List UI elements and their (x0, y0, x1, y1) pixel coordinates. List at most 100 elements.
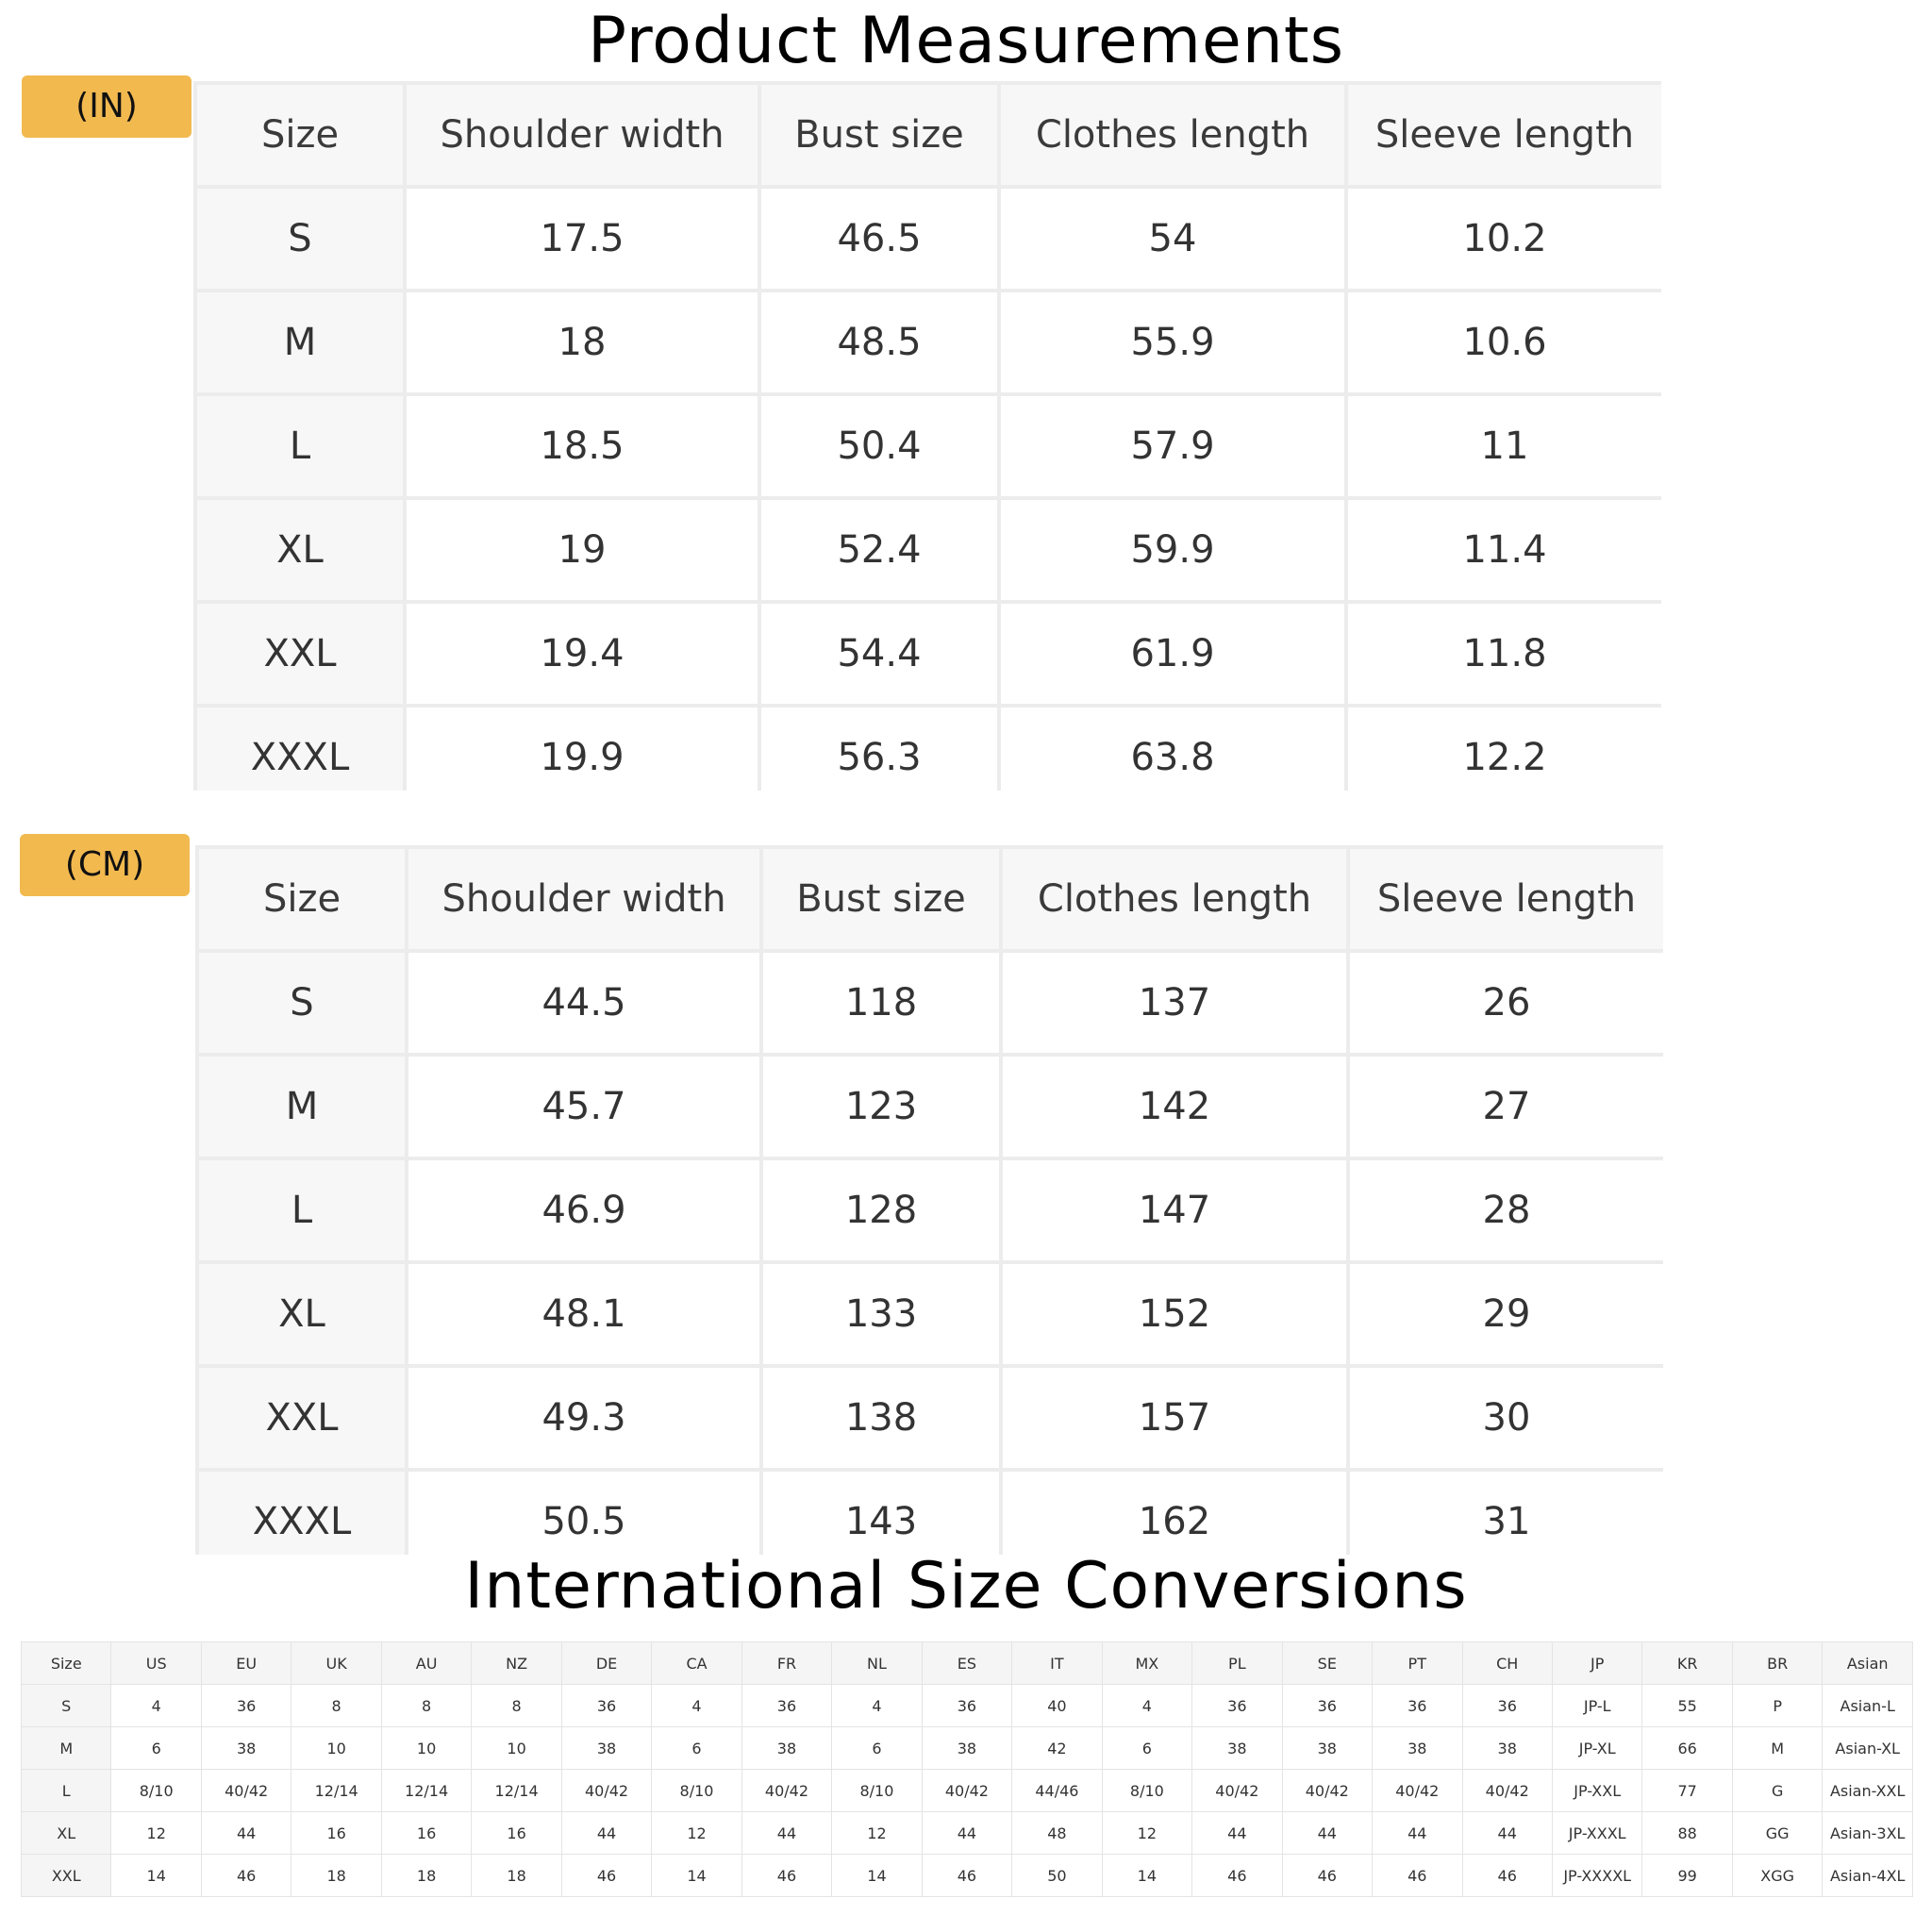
table-row: XXL 19.4 54.4 61.9 11.8 (193, 600, 1661, 708)
value-cell: 138 (759, 1364, 1003, 1472)
value-cell: 48.1 (405, 1260, 763, 1368)
value-cell: 45.7 (405, 1053, 763, 1160)
value-cell: 14 (651, 1854, 742, 1897)
size-cell: L (193, 392, 407, 500)
size-cell: XXL (193, 600, 407, 708)
value-cell: Asian-3XL (1822, 1811, 1913, 1855)
value-cell: 40/42 (1281, 1769, 1374, 1812)
value-cell: 17.5 (403, 185, 761, 292)
table-row: XL 19 52.4 59.9 11.4 (193, 496, 1661, 604)
size-cell: M (193, 289, 407, 396)
value-cell: 44 (560, 1811, 653, 1855)
conversion-title: International Size Conversions (464, 1549, 1468, 1624)
value-cell: 44/46 (1011, 1769, 1103, 1812)
value-cell: 44 (200, 1811, 292, 1855)
table-header-row: Size Shoulder width Bust size Clothes lengt… (195, 845, 1663, 953)
table-header-row: Size Shoulder width Bust size Clothes lengt… (193, 81, 1661, 189)
table-row: M 45.7 123 142 27 (195, 1053, 1663, 1160)
value-cell: JP-XL (1551, 1726, 1643, 1770)
value-cell: 38 (1281, 1726, 1374, 1770)
value-cell: 162 (999, 1468, 1350, 1555)
value-cell: 152 (999, 1260, 1350, 1368)
value-cell: 38 (1191, 1726, 1283, 1770)
value-cell: JP-L (1551, 1684, 1643, 1727)
value-cell: 128 (759, 1157, 1003, 1264)
value-cell: 12 (1101, 1811, 1193, 1855)
column-header: Bust size (759, 845, 1003, 953)
value-cell: 46 (1461, 1854, 1553, 1897)
value-cell: 36 (560, 1684, 653, 1727)
column-header: Sleeve length (1346, 845, 1663, 953)
column-header: AU (380, 1641, 473, 1685)
column-header: BR (1731, 1641, 1824, 1685)
column-header: Bust size (758, 81, 1001, 189)
value-cell: 18 (471, 1854, 562, 1897)
value-cell: 44 (1281, 1811, 1374, 1855)
value-cell: 157 (999, 1364, 1350, 1472)
column-header: Size (21, 1641, 112, 1685)
table-row: XXL 14 46 18 18 18 46 14 46 14 46 50 14 46 46 46 46 JP-XX… (21, 1854, 1913, 1897)
value-cell: 12/14 (291, 1769, 382, 1812)
value-cell: 49.3 (405, 1364, 763, 1472)
value-cell: Asian-4XL (1822, 1854, 1913, 1897)
value-cell: 46 (560, 1854, 653, 1897)
table-row: XXXL 19.9 56.3 63.8 12.2 (193, 704, 1661, 791)
value-cell: 50 (1011, 1854, 1103, 1897)
value-cell: 18 (380, 1854, 473, 1897)
value-cell: 31 (1346, 1468, 1663, 1555)
value-cell: 18 (403, 289, 761, 396)
column-header: Size (195, 845, 408, 953)
value-cell: 123 (759, 1053, 1003, 1160)
value-cell: Asian-XL (1822, 1726, 1913, 1770)
value-cell: 46 (200, 1854, 292, 1897)
value-cell: 19.4 (403, 600, 761, 708)
value-cell: 38 (1461, 1726, 1553, 1770)
size-cell: XL (193, 496, 407, 604)
value-cell: 36 (200, 1684, 292, 1727)
value-cell: Asian-XXL (1822, 1769, 1913, 1812)
value-cell: 38 (1372, 1726, 1463, 1770)
table-row: S 17.5 46.5 54 10.2 (193, 185, 1661, 292)
column-header: KR (1641, 1641, 1733, 1685)
value-cell: 40/42 (560, 1769, 653, 1812)
value-cell: 55.9 (997, 289, 1348, 396)
value-cell: 52.4 (758, 496, 1001, 604)
value-cell: 16 (380, 1811, 473, 1855)
value-cell: 46 (1372, 1854, 1463, 1897)
value-cell: 10 (380, 1726, 473, 1770)
value-cell: 12 (651, 1811, 742, 1855)
column-header: Shoulder width (403, 81, 761, 189)
column-header: EU (200, 1641, 292, 1685)
value-cell: 36 (921, 1684, 1013, 1727)
value-cell: 57.9 (997, 392, 1348, 500)
value-cell: 54.4 (758, 600, 1001, 708)
value-cell: 44 (1461, 1811, 1553, 1855)
value-cell: 16 (291, 1811, 382, 1855)
value-cell: 4 (651, 1684, 742, 1727)
value-cell: 36 (1461, 1684, 1553, 1727)
value-cell: 19 (403, 496, 761, 604)
value-cell: 40/42 (1191, 1769, 1283, 1812)
column-header: MX (1101, 1641, 1193, 1685)
value-cell: 36 (1191, 1684, 1283, 1727)
column-header: Shoulder width (405, 845, 763, 953)
measurements-table-inches-container: Size Shoulder width Bust size Clothes lengt… (193, 81, 1661, 791)
value-cell: 56.3 (758, 704, 1001, 791)
value-cell: 40 (1011, 1684, 1103, 1727)
value-cell: 133 (759, 1260, 1003, 1368)
value-cell: 14 (831, 1854, 923, 1897)
column-header: JP (1551, 1641, 1643, 1685)
value-cell: 46.9 (405, 1157, 763, 1264)
value-cell: 29 (1346, 1260, 1663, 1368)
value-cell: M (1731, 1726, 1824, 1770)
value-cell: 137 (999, 949, 1350, 1057)
value-cell: 36 (1281, 1684, 1374, 1727)
value-cell: 4 (1101, 1684, 1193, 1727)
value-cell: 8/10 (831, 1769, 923, 1812)
size-conversion-table: Size US EU UK AU NZ DE CA FR NL ES IT MX PL SE PT CH JP KR… (21, 1641, 1913, 1897)
value-cell: 46 (741, 1854, 833, 1897)
value-cell: 99 (1641, 1854, 1733, 1897)
column-header: Sleeve length (1344, 81, 1661, 189)
size-cell: XL (195, 1260, 408, 1368)
value-cell: 14 (1101, 1854, 1193, 1897)
